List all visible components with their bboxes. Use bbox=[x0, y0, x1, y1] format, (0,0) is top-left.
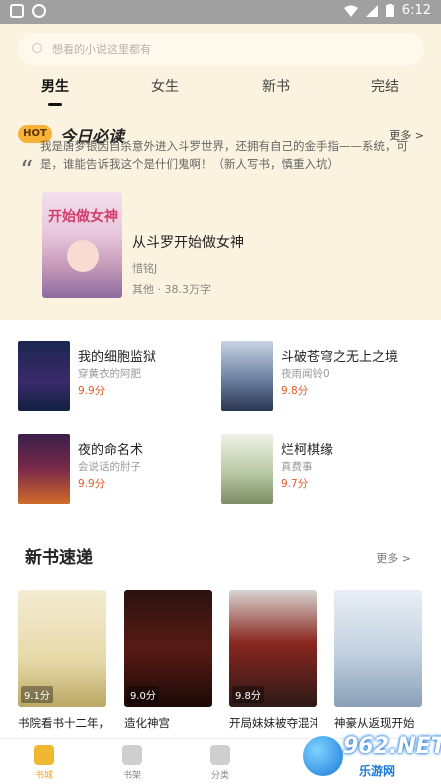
book-cover bbox=[18, 434, 70, 504]
new-book-card[interactable]: 9.1分 书院看书十二年，我已经无敌了 bbox=[18, 590, 106, 731]
quote-icon: “ bbox=[20, 156, 34, 186]
book-title: 书院看书十二年，我已经无敌了 bbox=[18, 716, 106, 730]
clock: 6:12 bbox=[401, 3, 431, 18]
nav-bookshelf[interactable]: 书架 bbox=[102, 745, 162, 781]
signal-icon bbox=[365, 4, 378, 17]
watermark-logo: 962.NET 乐游网 bbox=[297, 732, 441, 782]
search-placeholder: 想看的小说这里都有 bbox=[52, 43, 151, 56]
tab-new[interactable]: 新书 bbox=[241, 76, 311, 96]
book-score: 9.1分 bbox=[21, 686, 53, 703]
book-cover bbox=[18, 341, 70, 411]
watermark-sub: 乐游网 bbox=[359, 764, 396, 778]
featured-quote: 我是唐梦银因自杀意外进入斗罗世界，还拥有自己的金手指——系统，可是，谁能告诉我这… bbox=[40, 139, 408, 171]
book-title: 开局妹妹被夺混沌血 bbox=[229, 716, 317, 730]
book-author: 真费事 bbox=[281, 461, 313, 473]
tab-finished[interactable]: 完结 bbox=[350, 76, 420, 96]
book-cover: 9.8分 bbox=[229, 590, 317, 707]
nav-bookstore[interactable]: 书城 bbox=[14, 745, 74, 781]
book-title: 造化神宫 bbox=[124, 716, 170, 730]
book-title: 斗破苍穹之无上之境 bbox=[281, 350, 399, 365]
top-section: 想看的小说这里都有 男生 女生 新书 完结 HOT 今日必读 更多 > “ 我是… bbox=[0, 24, 441, 320]
new-book-card[interactable]: 9.0分 造化神宫 bbox=[124, 590, 212, 731]
book-score: 9.8分 bbox=[281, 385, 309, 397]
book-card[interactable]: 夜的命名术 会说话的肘子 9.9分 bbox=[18, 434, 218, 506]
nav-category[interactable]: 分类 bbox=[190, 745, 250, 781]
book-cover bbox=[221, 434, 273, 504]
sync-icon bbox=[32, 4, 46, 18]
new-books-title: 新书速递 bbox=[25, 548, 93, 568]
book-cover bbox=[334, 590, 422, 707]
book-title: 夜的命名术 bbox=[78, 443, 144, 458]
category-tabs: 男生 女生 新书 完结 bbox=[0, 76, 441, 110]
book-title: 神豪从返现开始 bbox=[334, 716, 415, 730]
wifi-icon bbox=[343, 5, 358, 17]
book-card[interactable]: 斗破苍穹之无上之境 夜雨闻铃0 9.8分 bbox=[221, 341, 421, 413]
book-score: 9.9分 bbox=[78, 385, 106, 397]
book-author: 会说话的肘子 bbox=[78, 461, 141, 473]
notification-icon bbox=[10, 4, 24, 18]
globe-icon bbox=[303, 736, 343, 776]
new-books-more-link[interactable]: 更多 > bbox=[376, 550, 411, 566]
book-title: 烂柯棋缘 bbox=[281, 443, 334, 458]
category-icon bbox=[210, 745, 230, 765]
bookshelf-icon bbox=[122, 745, 142, 765]
book-cover: 9.0分 bbox=[124, 590, 212, 707]
book-card[interactable]: 我的细胞监狱 穿黄衣的阿肥 9.9分 bbox=[18, 341, 218, 413]
bookstore-icon bbox=[34, 745, 54, 765]
new-book-card[interactable]: 神豪从返现开始 bbox=[334, 590, 422, 731]
watermark-brand: 962.NET bbox=[343, 734, 441, 759]
book-score: 9.7分 bbox=[281, 478, 309, 490]
featured-cover-title: 开始做女神 bbox=[48, 209, 118, 225]
battery-icon bbox=[385, 4, 394, 17]
book-score: 9.0分 bbox=[127, 686, 159, 703]
nav-label: 书城 bbox=[34, 771, 53, 781]
featured-book-cover[interactable]: 开始做女神 bbox=[42, 192, 122, 298]
search-icon bbox=[32, 43, 42, 53]
tab-male[interactable]: 男生 bbox=[20, 76, 90, 96]
tab-female[interactable]: 女生 bbox=[130, 76, 200, 96]
book-score: 9.9分 bbox=[78, 478, 106, 490]
nav-label: 书架 bbox=[122, 771, 141, 781]
book-card[interactable]: 烂柯棋缘 真费事 9.7分 bbox=[221, 434, 421, 506]
search-bar[interactable]: 想看的小说这里都有 bbox=[18, 33, 424, 65]
book-cover: 9.1分 bbox=[18, 590, 106, 707]
nav-label: 分类 bbox=[210, 771, 229, 781]
active-tab-indicator bbox=[48, 103, 62, 106]
status-bar: 6:12 bbox=[0, 0, 441, 24]
book-title: 我的细胞监狱 bbox=[78, 350, 157, 365]
cover-illustration bbox=[67, 240, 99, 272]
book-author: 穿黄衣的阿肥 bbox=[78, 368, 141, 380]
book-cover bbox=[221, 341, 273, 411]
book-author: 夜雨闻铃0 bbox=[281, 368, 330, 380]
featured-book-author: 惜铭J bbox=[132, 262, 158, 275]
featured-book-meta: 其他 · 38.3万字 bbox=[132, 283, 211, 296]
new-book-card[interactable]: 9.8分 开局妹妹被夺混沌血 bbox=[229, 590, 317, 731]
featured-book-title[interactable]: 从斗罗开始做女神 bbox=[132, 232, 244, 252]
book-score: 9.8分 bbox=[232, 686, 264, 703]
